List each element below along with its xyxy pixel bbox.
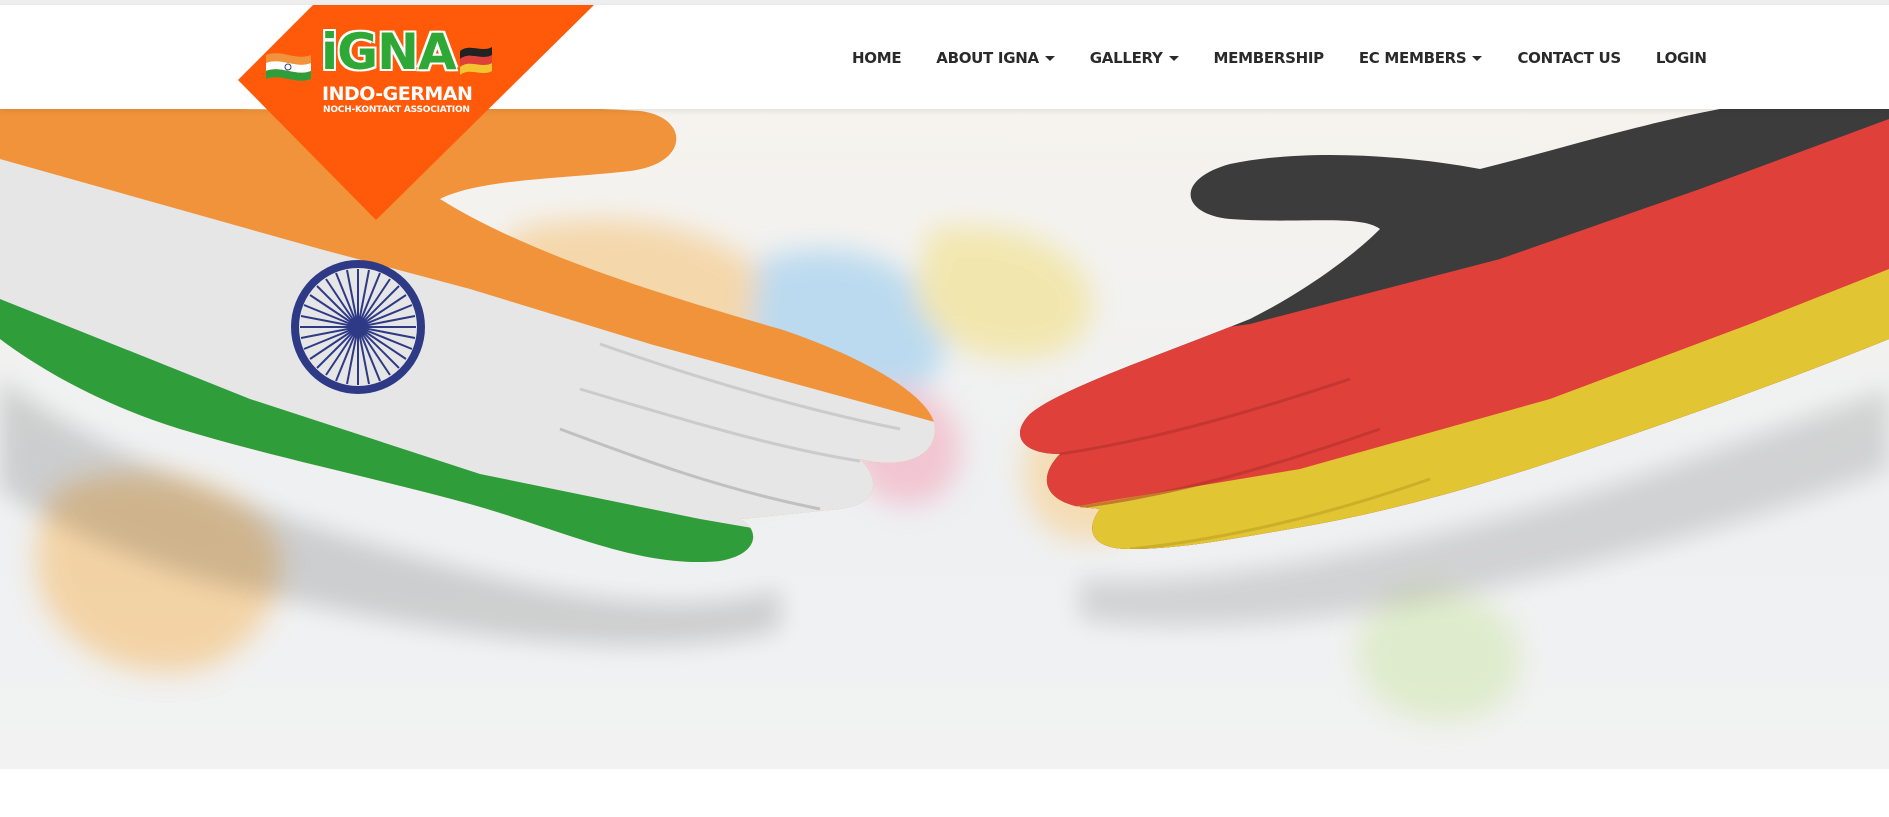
nav-gallery-label: GALLERY [1089,49,1163,67]
site-logo[interactable]: iGNA INDO-GERMAN NOCH-KONTAKT ASSOCIATIO… [238,5,594,220]
india-flag-icon [266,53,311,81]
ashoka-chakra-icon [291,260,425,394]
caret-down-icon [1168,55,1179,61]
nav-contact-us-label: CONTACT US [1517,49,1621,67]
germany-flag-icon [460,47,492,75]
nav-login-label: LOGIN [1655,49,1707,67]
nav-gallery[interactable]: GALLERY [1090,49,1179,67]
nav-membership-label: MEMBERSHIP [1213,49,1325,67]
nav-ec-members[interactable]: EC MEMBERS [1359,49,1483,67]
caret-down-icon [1044,55,1055,61]
nav-contact-us[interactable]: CONTACT US [1517,49,1621,67]
nav-about-igna-label: ABOUT IGNA [936,49,1039,67]
nav-home[interactable]: HOME [852,49,902,67]
nav-about-igna[interactable]: ABOUT IGNA [936,49,1055,67]
nav-ec-members-label: EC MEMBERS [1358,49,1467,67]
logo-subtitle: INDO-GERMAN [322,83,473,105]
logo-text: iGNA [321,23,457,81]
nav-membership[interactable]: MEMBERSHIP [1213,49,1325,67]
logo-tagline: NOCH-KONTAKT ASSOCIATION [323,105,470,115]
nav-home-label: HOME [852,49,902,67]
nav-login[interactable]: LOGIN [1656,49,1707,67]
caret-down-icon [1472,55,1483,61]
main-nav: HOME ABOUT IGNA GALLERY MEMBERSHIP EC ME… [852,49,1707,67]
